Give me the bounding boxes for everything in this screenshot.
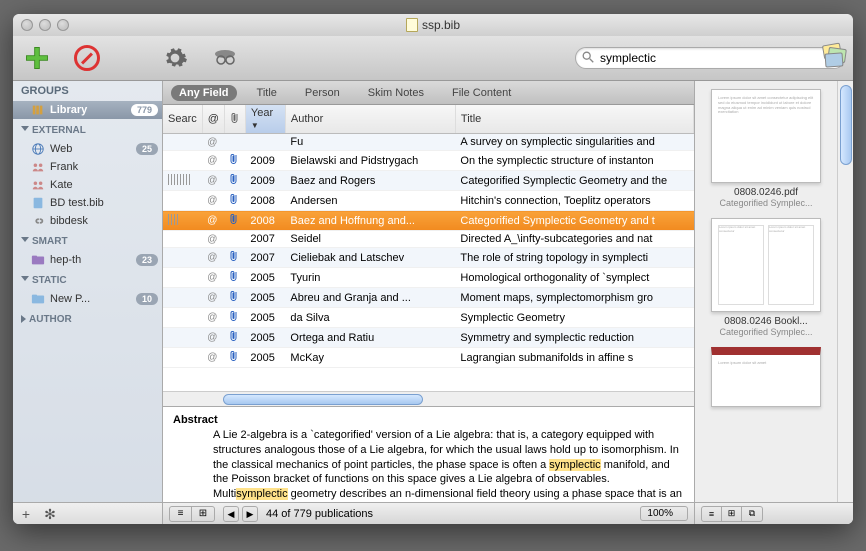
globe-icon xyxy=(31,142,45,156)
table-row[interactable]: @2007SeidelDirected A_\infty-subcategori… xyxy=(163,231,694,248)
status-bar: ≡ ⊞ ◀ ▶ 44 of 779 publications 100% xyxy=(163,502,694,524)
preview-item[interactable]: Lorem ipsum dolor sit amet xyxy=(703,347,829,407)
action-menu-button[interactable] xyxy=(159,42,191,74)
author-header[interactable]: AUTHOR xyxy=(13,308,162,329)
preview-list-view[interactable]: ≡ xyxy=(702,507,722,521)
preview-pane: Lorem ipsum dolor sit amet consectetur a… xyxy=(695,81,853,524)
window-title: ssp.bib xyxy=(422,18,460,32)
prev-button[interactable]: ◀ xyxy=(223,506,239,522)
col-at[interactable]: @ xyxy=(202,105,224,134)
table-row[interactable]: @2007Cieliebak and LatschevThe role of s… xyxy=(163,248,694,268)
sidebar-item-count: 779 xyxy=(131,104,158,116)
delete-button[interactable] xyxy=(71,42,103,74)
scope-title[interactable]: Title xyxy=(249,85,285,101)
titlebar: ssp.bib xyxy=(13,14,853,36)
highlight: symplectic xyxy=(549,459,600,471)
sidebar-item-frank[interactable]: Frank xyxy=(13,158,162,176)
sidebar-footer: + ✻ xyxy=(13,502,162,524)
grid-view-icon[interactable]: ⊞ xyxy=(192,507,214,521)
sidebar-item-bibdesk[interactable]: bibdesk xyxy=(13,212,162,230)
stop-icon xyxy=(74,45,100,71)
next-button[interactable]: ▶ xyxy=(242,506,258,522)
highlight: symplectic xyxy=(236,488,287,500)
scope-skim-notes[interactable]: Skim Notes xyxy=(360,85,432,101)
preview-list[interactable]: Lorem ipsum dolor sit amet consectetur a… xyxy=(695,81,837,502)
table-row[interactable]: @2005Ortega and RatiuSymmetry and symple… xyxy=(163,328,694,348)
sidebar-item-kate[interactable]: Kate xyxy=(13,176,162,194)
shared-icon xyxy=(31,160,45,174)
static-header[interactable]: STATIC xyxy=(13,269,162,290)
status-text: 44 of 779 publications xyxy=(266,508,373,520)
scope-bar: Any Field Title Person Skim Notes File C… xyxy=(163,81,694,105)
list-view-icon[interactable]: ≡ xyxy=(170,507,192,521)
preview-flow-view[interactable]: ⧉ xyxy=(742,507,762,521)
toolbar: ✕ xyxy=(13,36,853,81)
preview-thumbnail: Lorem ipsum dolor sit amet consecteturLo… xyxy=(711,218,821,312)
preview-thumbnail: Lorem ipsum dolor sit amet consectetur a… xyxy=(711,89,821,183)
table-row[interactable]: @FuA survey on symplectic singularities … xyxy=(163,134,694,151)
table-row[interactable]: @2009Bielawski and PidstrygachOn the sym… xyxy=(163,151,694,171)
notes-button[interactable] xyxy=(820,42,848,70)
shared-icon xyxy=(31,178,45,192)
search-icon xyxy=(581,50,595,64)
sidebar-item-newp[interactable]: New P... 10 xyxy=(13,290,162,308)
table-row[interactable]: @2009Baez and RogersCategorified Symplec… xyxy=(163,171,694,191)
col-search[interactable]: Searc xyxy=(163,105,202,134)
table-row[interactable]: @2005TyurinHomological orthogonality of … xyxy=(163,268,694,288)
sidebar-item-bdtest[interactable]: BD test.bib xyxy=(13,194,162,212)
preview-item[interactable]: Lorem ipsum dolor sit amet consectetur a… xyxy=(703,89,829,208)
link-icon xyxy=(31,214,45,228)
scope-person[interactable]: Person xyxy=(297,85,348,101)
scope-any-field[interactable]: Any Field xyxy=(171,85,237,101)
smart-header[interactable]: SMART xyxy=(13,230,162,251)
smart-folder-icon xyxy=(31,253,45,267)
abstract-pane: Abstract A Lie 2-algebra is a `categorif… xyxy=(163,406,694,502)
preview-item[interactable]: Lorem ipsum dolor sit amet consecteturLo… xyxy=(703,218,829,337)
add-button[interactable] xyxy=(21,42,53,74)
table-row[interactable]: @2005McKayLagrangian submanifolds in aff… xyxy=(163,348,694,368)
preview-thumbnail: Lorem ipsum dolor sit amet xyxy=(711,347,821,407)
col-title[interactable]: Title xyxy=(455,105,693,134)
preview-scrollbar[interactable] xyxy=(837,81,853,502)
library-icon xyxy=(31,103,45,117)
sidebar-item-hepth[interactable]: hep-th 23 xyxy=(13,251,162,269)
col-clip[interactable] xyxy=(224,105,245,134)
publication-table[interactable]: Searc @ Year ▼ Author Title @FuA survey … xyxy=(163,105,694,391)
groups-header[interactable]: GROUPS xyxy=(13,81,162,101)
folder-icon xyxy=(31,292,45,306)
view-mode-segment[interactable]: ≡ ⊞ xyxy=(169,506,215,522)
main-content: Any Field Title Person Skim Notes File C… xyxy=(163,81,695,524)
search-input[interactable] xyxy=(575,47,845,69)
table-row[interactable]: @2008AndersenHitchin's connection, Toepl… xyxy=(163,191,694,211)
preview-button[interactable] xyxy=(209,42,241,74)
sidebar-add-button[interactable]: + xyxy=(19,507,33,521)
table-row[interactable]: @2008Baez and Hoffnung and...Categorifie… xyxy=(163,211,694,231)
file-icon xyxy=(31,196,45,210)
external-header[interactable]: EXTERNAL xyxy=(13,119,162,140)
zoom-select[interactable]: 100% xyxy=(640,506,688,521)
abstract-heading: Abstract xyxy=(173,414,218,426)
document-icon xyxy=(406,18,418,32)
sidebar-item-library[interactable]: Library 779 xyxy=(13,101,162,119)
sidebar: GROUPS Library 779 EXTERNAL Web 25 Frank… xyxy=(13,81,163,524)
sidebar-item-label: Library xyxy=(50,104,87,116)
col-year[interactable]: Year ▼ xyxy=(245,105,285,134)
sidebar-item-web[interactable]: Web 25 xyxy=(13,140,162,158)
preview-grid-view[interactable]: ⊞ xyxy=(722,507,742,521)
preview-footer: ≡ ⊞ ⧉ xyxy=(695,502,853,524)
col-author[interactable]: Author xyxy=(285,105,455,134)
table-row[interactable]: @2005da SilvaSymplectic Geometry xyxy=(163,308,694,328)
table-row[interactable]: @2005Abreu and Granja and ...Moment maps… xyxy=(163,288,694,308)
scope-file-content[interactable]: File Content xyxy=(444,85,519,101)
sidebar-action-button[interactable]: ✻ xyxy=(43,507,57,521)
horizontal-scrollbar[interactable] xyxy=(163,391,694,406)
